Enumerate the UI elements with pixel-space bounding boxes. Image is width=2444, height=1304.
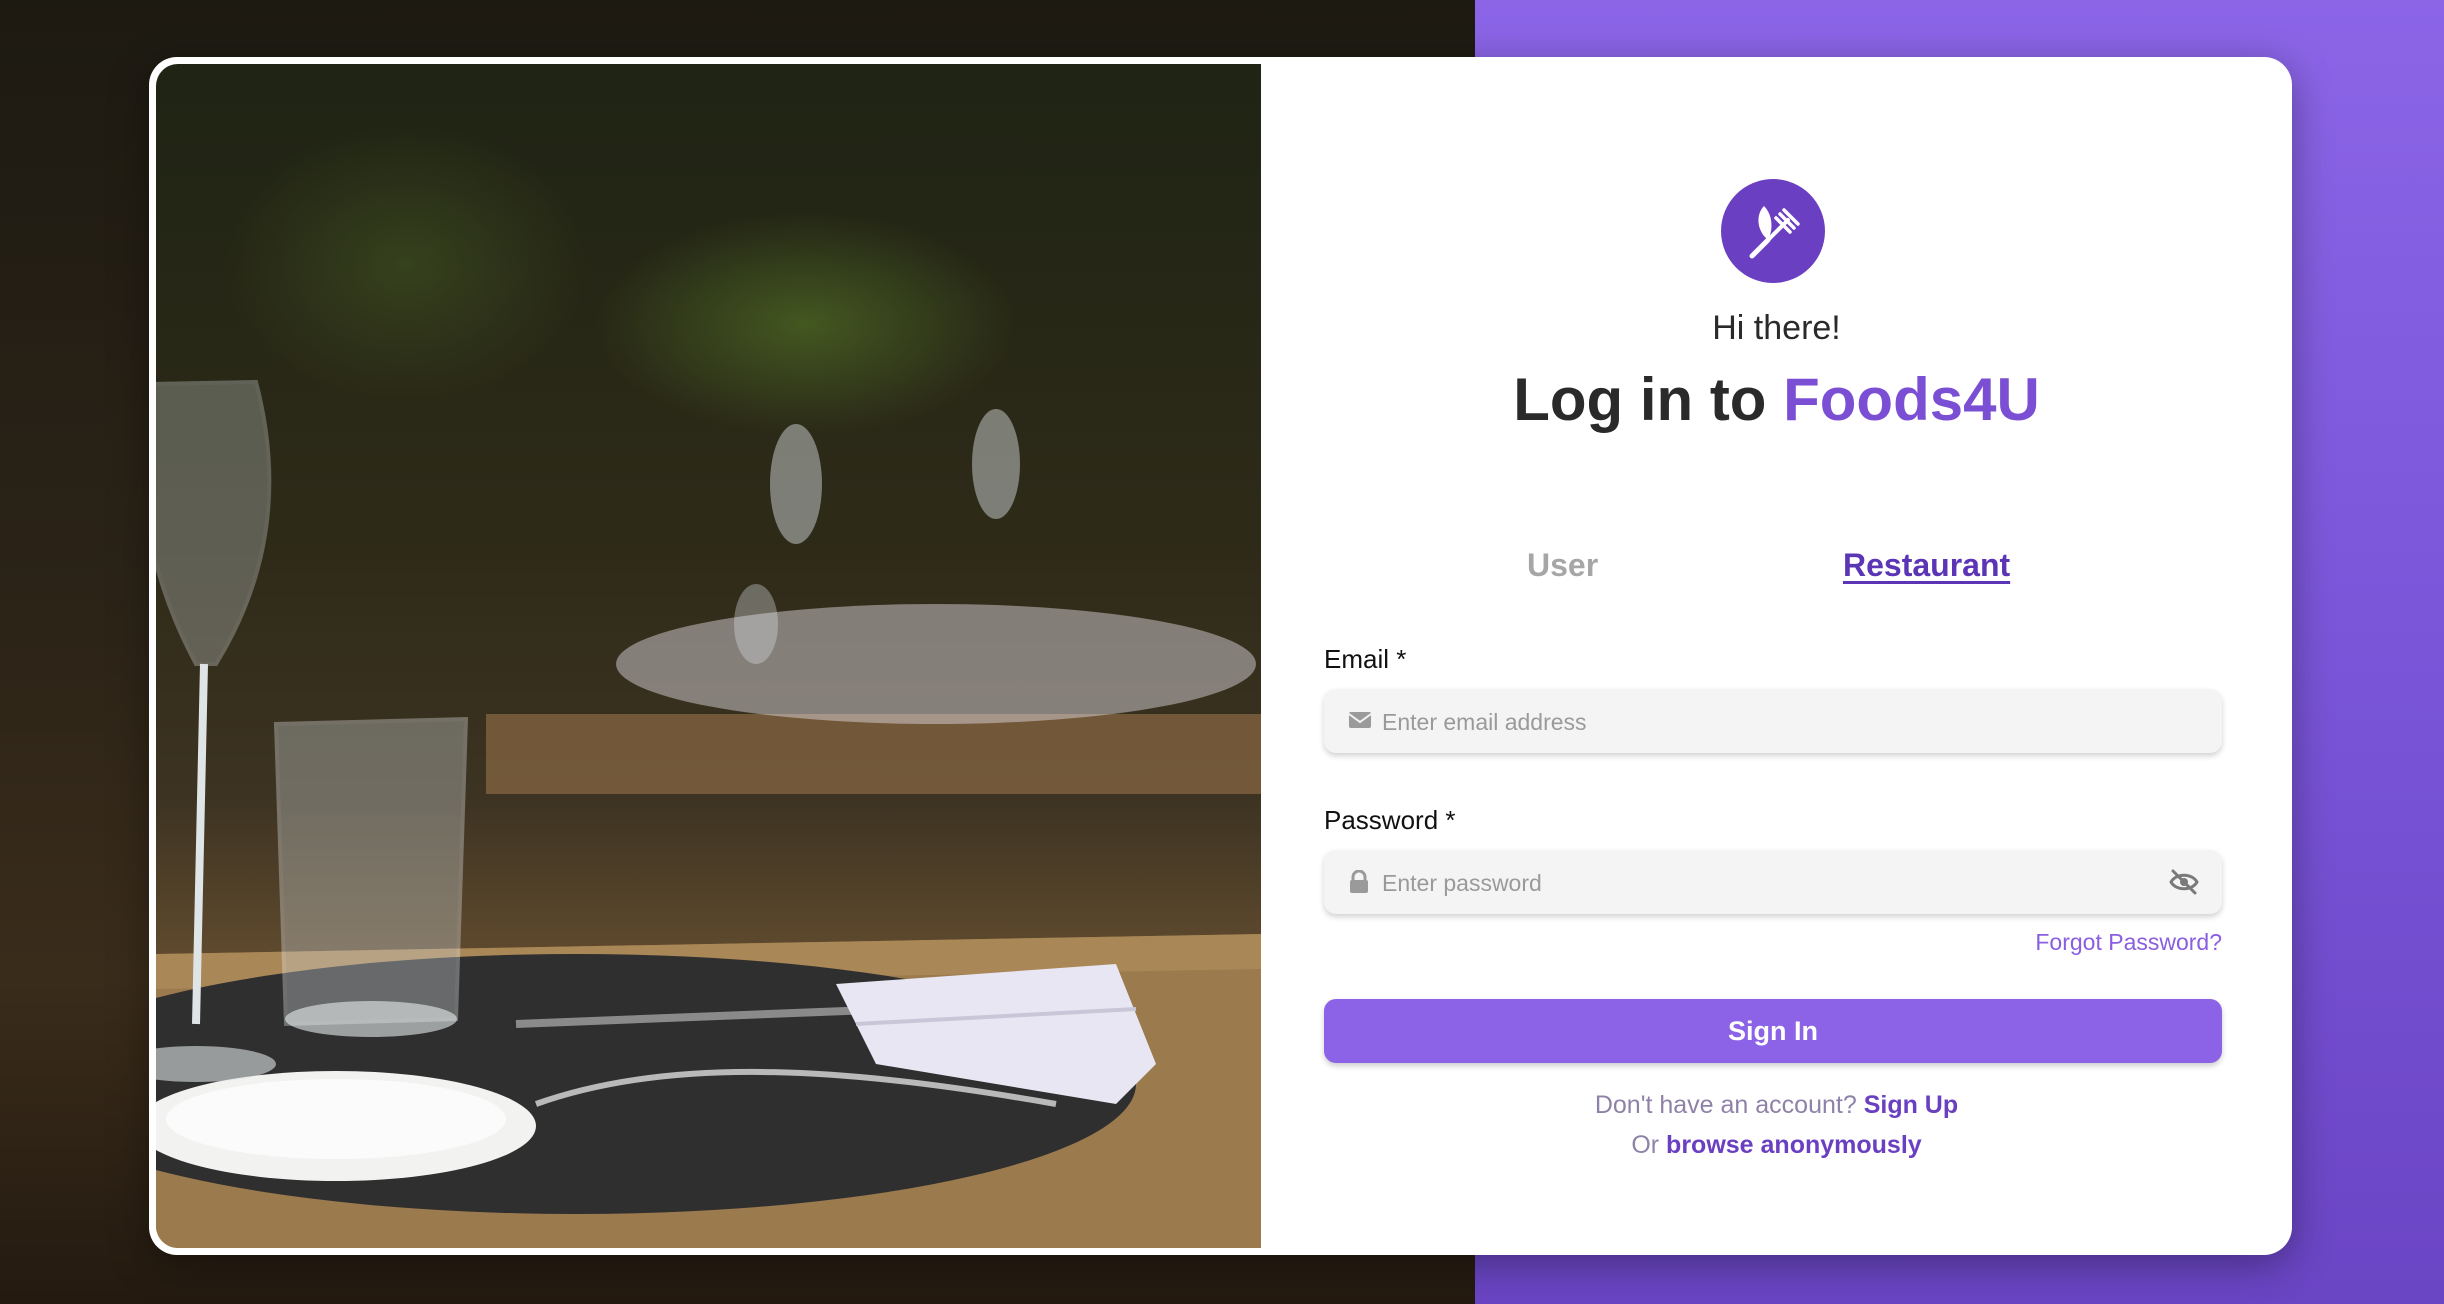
password-field-container — [1324, 850, 2222, 916]
login-panel: Hi there! Log in to Foods4U User Restaur… — [1261, 57, 2292, 1255]
eye-slash-icon[interactable] — [2168, 868, 2200, 896]
email-label: Email * — [1324, 644, 1407, 674]
forgot-password-link[interactable]: Forgot Password? — [2035, 929, 2222, 956]
signup-prompt-text: Don't have an account? — [1594, 1091, 1857, 1119]
login-type-tabs: User Restaurant — [1261, 547, 2292, 597]
signup-prompt-line: Don't have an account? Sign Up — [1261, 1091, 2292, 1120]
email-input[interactable] — [1380, 689, 2144, 755]
browse-prefix-text: Or — [1631, 1131, 1660, 1159]
sign-up-link[interactable]: Sign Up — [1864, 1091, 1958, 1119]
sign-in-button[interactable]: Sign In — [1324, 999, 2222, 1063]
browse-anonymously-link[interactable]: browse anonymously — [1666, 1131, 1922, 1159]
tab-restaurant[interactable]: Restaurant — [1843, 547, 2010, 584]
brand-logo — [1721, 179, 1825, 283]
email-field-container — [1324, 689, 2222, 755]
login-card: Hi there! Log in to Foods4U User Restaur… — [149, 57, 2292, 1255]
password-label: Password * — [1324, 805, 1456, 835]
page-title: Log in to Foods4U — [1261, 365, 2292, 434]
lock-icon — [1350, 870, 1368, 893]
photo-illustration — [156, 379, 1261, 1248]
brand-name: Foods4U — [1783, 366, 2040, 433]
leaf-fork-icon — [1749, 206, 1800, 259]
restaurant-table-photo — [156, 64, 1261, 1248]
envelope-icon — [1348, 712, 1372, 728]
title-prefix: Log in to — [1513, 366, 1784, 433]
greeting-text: Hi there! — [1712, 309, 1841, 347]
browse-line: Or browse anonymously — [1261, 1131, 2292, 1160]
tab-user[interactable]: User — [1527, 547, 1598, 584]
password-input[interactable] — [1380, 850, 2144, 916]
